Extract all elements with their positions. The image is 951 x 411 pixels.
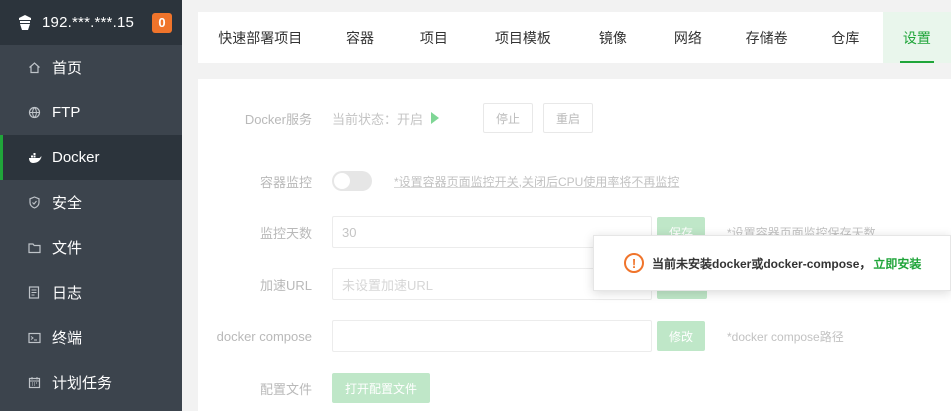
open-config-button[interactable]: 打开配置文件: [332, 373, 431, 403]
tab-quick-deploy[interactable]: 快速部署项目: [198, 12, 323, 63]
sidebar: 192.***.***.15 0 首页 FTP Docker 安全 文件 日志 …: [0, 0, 182, 411]
monitor-hint: *设置容器页面监控开关,关闭后CPU使用率将不再监控: [394, 174, 680, 189]
container-monitor-label: 容器监控: [259, 174, 312, 190]
docker-tabs: 快速部署项目 容器 项目 项目模板 镜像 网络 存储卷 仓库 设置: [198, 12, 951, 63]
docker-compose-row: docker compose 修改 *docker compose路径: [198, 320, 844, 352]
sidebar-item-label: 终端: [52, 330, 83, 347]
sidebar-item-terminal[interactable]: 终端: [0, 315, 182, 360]
server-header: 192.***.***.15 0: [0, 0, 182, 45]
accelerate-url-placeholder: 未设置加速URL: [342, 277, 434, 293]
warning-icon: !: [624, 253, 644, 273]
docker-compose-input[interactable]: [332, 320, 652, 352]
tab-networks[interactable]: 网络: [650, 12, 725, 63]
docker-status-text: 当前状态：开启: [332, 111, 424, 127]
toast-message: 当前未安装docker或docker-compose，: [652, 256, 872, 271]
sidebar-item-label: 安全: [52, 195, 83, 212]
sidebar-item-docker[interactable]: Docker: [0, 135, 182, 180]
accelerate-url-label: 加速URL: [259, 277, 312, 293]
docker-compose-label: docker compose: [216, 328, 312, 344]
bt-logo-icon: [16, 14, 34, 32]
folder-icon: [28, 241, 42, 255]
terminal-icon: [28, 331, 42, 345]
sidebar-item-label: 计划任务: [52, 375, 113, 392]
sidebar-item-security[interactable]: 安全: [0, 180, 182, 225]
sidebar-item-ftp[interactable]: FTP: [0, 90, 182, 135]
restart-button[interactable]: 重启: [543, 103, 594, 133]
sidebar-item-label: Docker: [52, 149, 100, 166]
container-monitor-row: 容器监控 *设置容器页面监控开关,关闭后CPU使用率将不再监控: [198, 171, 679, 191]
monitor-days-label: 监控天数: [259, 225, 312, 241]
tab-images[interactable]: 镜像: [575, 12, 650, 63]
docker-icon: [28, 151, 42, 165]
log-icon: [28, 286, 42, 300]
monitor-toggle[interactable]: [332, 171, 372, 191]
tab-settings[interactable]: 设置: [882, 12, 951, 63]
modify-compose-button[interactable]: 修改: [657, 321, 706, 351]
sidebar-item-home[interactable]: 首页: [0, 45, 182, 90]
notification-badge[interactable]: 0: [152, 12, 172, 33]
sidebar-item-label: 首页: [52, 60, 83, 77]
sidebar-item-files[interactable]: 文件: [0, 225, 182, 270]
tab-containers[interactable]: 容器: [323, 12, 398, 63]
shield-icon: [28, 196, 42, 210]
sidebar-item-cron[interactable]: 计划任务: [0, 360, 182, 405]
sidebar-item-logs[interactable]: 日志: [0, 270, 182, 315]
tab-projects[interactable]: 项目: [397, 12, 470, 63]
sidebar-item-label: 文件: [52, 240, 83, 257]
config-file-row: 配置文件 打开配置文件: [198, 373, 431, 403]
config-file-label: 配置文件: [259, 381, 312, 397]
sidebar-item-label: FTP: [52, 104, 81, 121]
install-warning-toast: ! 当前未安装docker或docker-compose， 立即安装: [593, 235, 951, 291]
monitor-days-value: 30: [342, 224, 357, 240]
docker-service-row: Docker服务 当前状态：开启 停止 重启: [198, 102, 594, 134]
tab-project-templates[interactable]: 项目模板: [470, 12, 575, 63]
play-icon: [431, 112, 440, 124]
tab-registry[interactable]: 仓库: [808, 12, 883, 63]
server-ip: 192.***.***.15: [42, 14, 135, 31]
tab-volumes[interactable]: 存储卷: [725, 12, 808, 63]
docker-compose-hint: *docker compose路径: [727, 329, 844, 344]
calendar-icon: [28, 376, 42, 390]
stop-button[interactable]: 停止: [483, 103, 534, 133]
install-now-link[interactable]: 立即安装: [873, 255, 921, 272]
home-icon: [28, 61, 42, 75]
docker-service-label: Docker服务: [244, 111, 312, 127]
sidebar-item-label: 日志: [52, 285, 83, 302]
globe-icon: [28, 106, 42, 120]
